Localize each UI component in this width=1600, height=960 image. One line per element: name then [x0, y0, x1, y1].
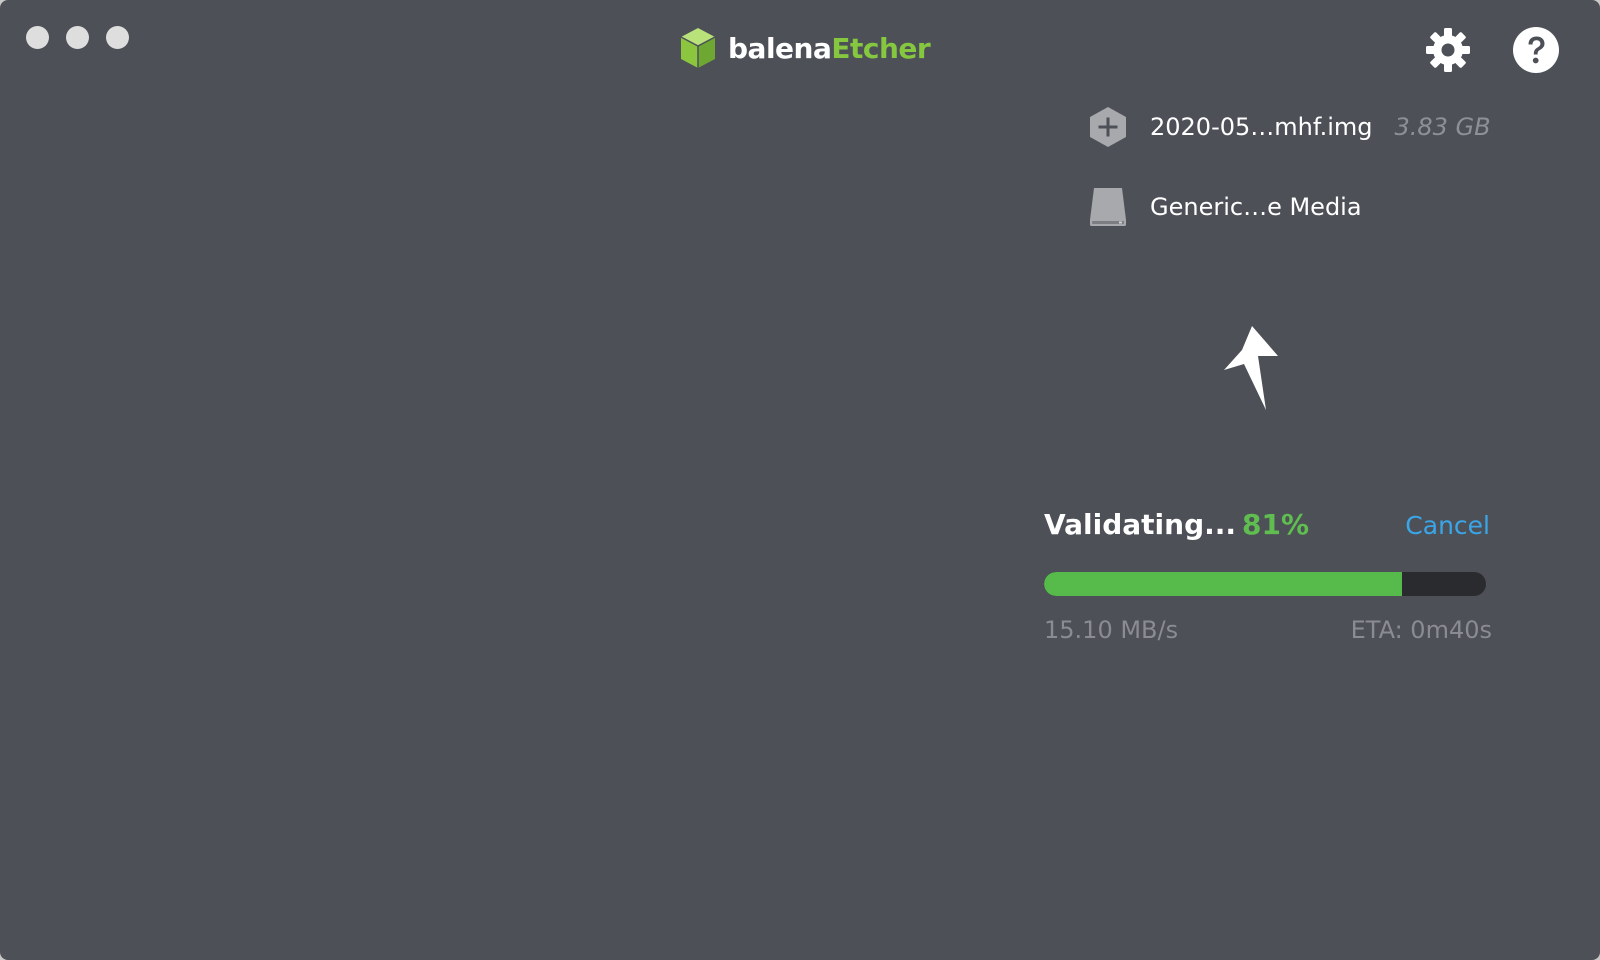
brand-name-part2: Etcher — [831, 31, 931, 65]
image-size: 3.83 GB — [1394, 113, 1491, 141]
eta-text: ETA: 0m40s — [1350, 616, 1492, 644]
selected-image[interactable]: 2020-05…mhf.img 3.83 GB — [1088, 106, 1491, 148]
progress-bar-fill — [1044, 572, 1403, 596]
app-logo: balena Etcher — [678, 26, 931, 70]
window-controls — [26, 26, 129, 49]
gear-icon[interactable] — [1424, 26, 1472, 74]
cube-logo-icon — [680, 28, 716, 68]
drive-icon — [1090, 188, 1126, 226]
progress-percent: 81% — [1242, 508, 1310, 541]
maximize-window-button[interactable] — [106, 26, 129, 49]
cancel-button[interactable]: Cancel — [1405, 511, 1490, 540]
brand-name-part1: balena — [728, 31, 832, 65]
lightning-bolt-icon — [1224, 326, 1278, 410]
close-window-button[interactable] — [26, 26, 49, 49]
help-circle-icon[interactable] — [1512, 26, 1560, 74]
progress-status-text: Validating... — [1044, 508, 1237, 541]
transfer-speed: 15.10 MB/s — [1044, 616, 1179, 644]
image-filename: 2020-05…mhf.img — [1150, 113, 1373, 141]
progress-status: Validating... 81% — [1044, 508, 1309, 541]
selected-drive[interactable]: Generic…e Media — [1088, 186, 1362, 228]
hexagon-plus-icon — [1090, 107, 1126, 147]
minimize-window-button[interactable] — [66, 26, 89, 49]
progress-bar — [1044, 572, 1486, 596]
app-window: balena Etcher 2020-05…mhf.img 3.83 GB Ge… — [0, 0, 1600, 960]
flash-progress: Validating... 81% Cancel 15.10 MB/s ETA: … — [1044, 508, 1492, 644]
drive-name: Generic…e Media — [1150, 193, 1362, 221]
